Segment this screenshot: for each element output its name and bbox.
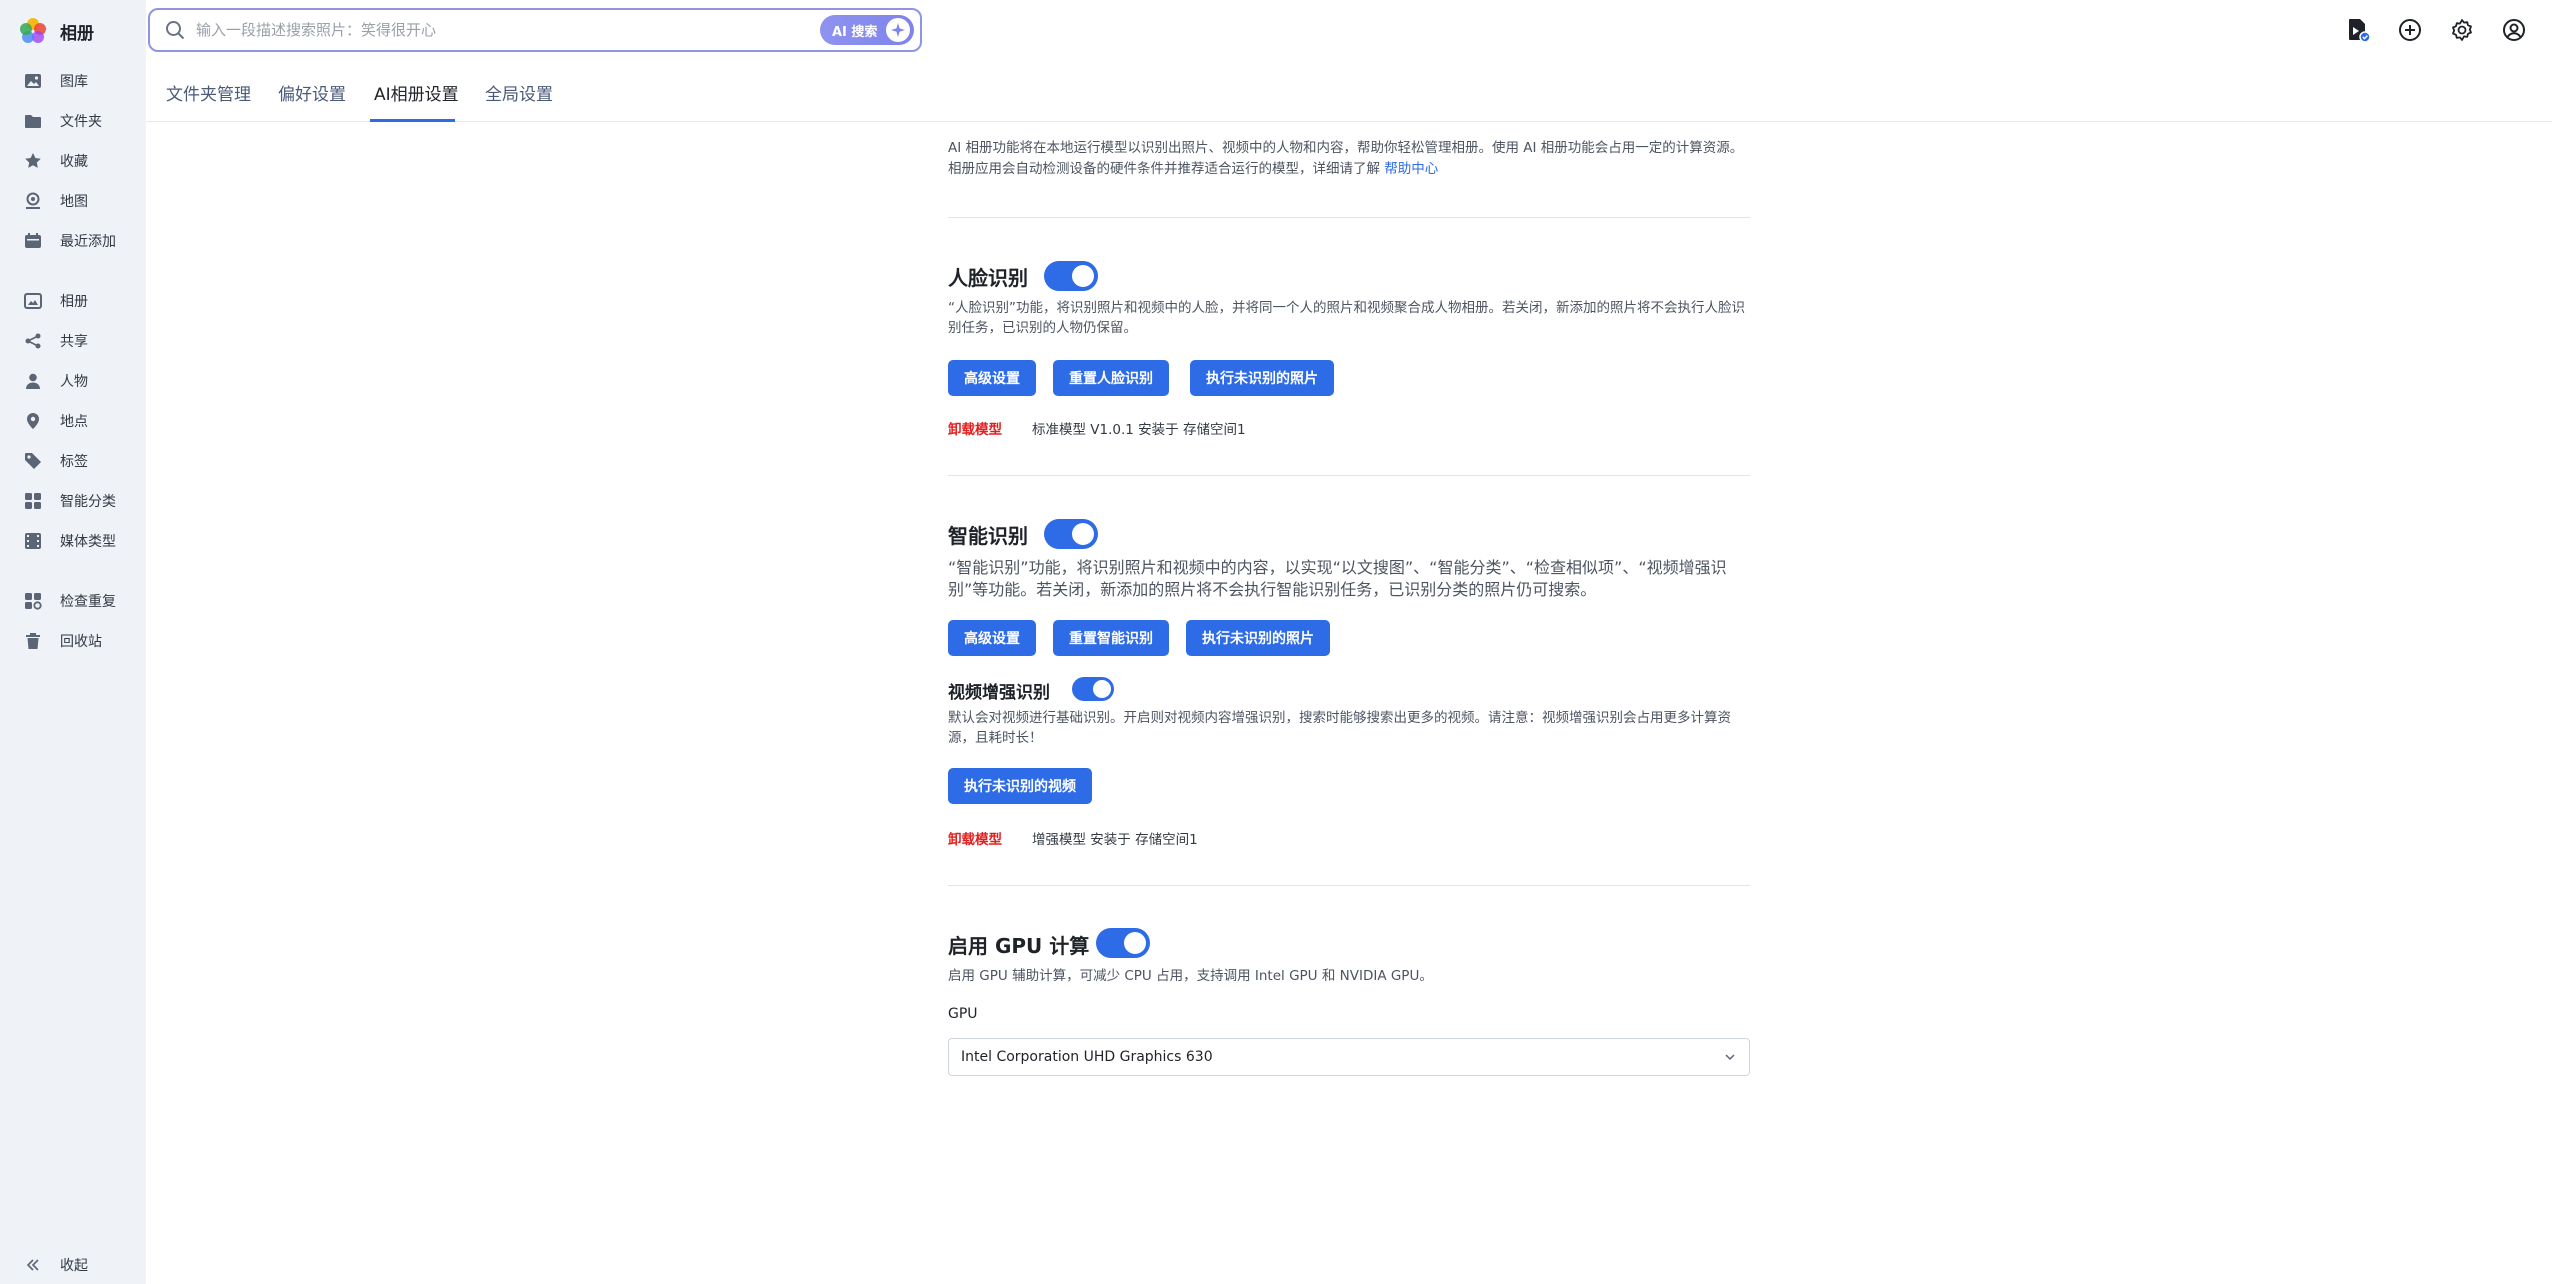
plus-circle-icon (2399, 19, 2421, 41)
user-circle-icon (2503, 19, 2525, 41)
sidebar-item-people[interactable]: 人物 (22, 366, 88, 396)
location-icon (22, 410, 44, 432)
tab-folder-management[interactable]: 文件夹管理 (166, 80, 251, 105)
star-icon (22, 150, 44, 172)
reset-face-recognition-button[interactable]: 重置人脸识别 (1053, 360, 1169, 396)
sidebar-item-smart-category[interactable]: 智能分类 (22, 486, 116, 516)
help-center-link[interactable]: 帮助中心 (1384, 161, 1438, 177)
smart-advanced-settings-button[interactable]: 高级设置 (948, 620, 1036, 656)
image-icon (22, 70, 44, 92)
gpu-title: 启用 GPU 计算 (948, 934, 1090, 958)
sidebar-collapse-button[interactable]: 收起 (22, 1250, 88, 1280)
intro-text: AI 相册功能将在本地运行模型以识别出照片、视频中的人物和内容，帮助你轻松管理相… (948, 140, 1744, 177)
search-bar: AI 搜索 (148, 8, 922, 52)
video-enhance-toggle[interactable] (1072, 677, 1114, 701)
face-model-info: 标准模型 V1.0.1 安装于 存储空间1 (1032, 422, 1246, 438)
video-enhance-title: 视频增强识别 (948, 683, 1050, 703)
app-brand: 相册 (18, 14, 94, 48)
video-enhance-desc: 默认会对视频进行基础识别。开启则对视频内容增强识别，搜索时能够搜索出更多的视频。… (948, 710, 1731, 746)
duplicate-icon (22, 590, 44, 612)
sidebar-item-trash[interactable]: 回收站 (22, 626, 102, 656)
divider (948, 217, 1750, 218)
face-recognition-desc: “人脸识别”功能，将识别照片和视频中的人脸，并将同一个人的照片和视频聚合成人物相… (948, 300, 1745, 336)
face-model-row: 卸载模型 标准模型 V1.0.1 安装于 存储空间1 (948, 418, 1246, 438)
smart-run-unrecognized-photos-button[interactable]: 执行未识别的照片 (1186, 620, 1330, 656)
search-input[interactable] (196, 21, 796, 39)
gpu-select[interactable]: Intel Corporation UHD Graphics 630 (948, 1038, 1750, 1076)
run-unrecognized-videos-button[interactable]: 执行未识别的视频 (948, 768, 1092, 804)
media-type-icon (22, 530, 44, 552)
app-logo-icon (20, 18, 46, 43)
sidebar-item-recent[interactable]: 最近添加 (22, 226, 116, 256)
double-chevron-left-icon (22, 1254, 44, 1276)
divider (948, 475, 1750, 476)
add-button[interactable] (2396, 16, 2424, 44)
face-recognition-toggle[interactable] (1044, 261, 1098, 291)
sidebar-item-albums[interactable]: 相册 (22, 286, 88, 316)
smart-recognition-desc: “智能识别”功能，将识别照片和视频中的内容，以实现“以文搜图”、“智能分类”、“… (948, 558, 1727, 599)
calendar-icon (22, 230, 44, 252)
file-status-icon (2349, 19, 2371, 43)
face-uninstall-model-link[interactable]: 卸载模型 (948, 418, 1002, 438)
smart-recognition-title: 智能识别 (948, 524, 1028, 548)
sidebar: 相册 图库 文件夹 收藏 地图 最近添加 相册 共享 人物 地点 标签 智能分类… (0, 0, 146, 1284)
active-tab-indicator (370, 119, 455, 122)
settings-button[interactable] (2448, 16, 2476, 44)
chevron-down-icon (1725, 1054, 1735, 1061)
sidebar-item-gallery[interactable]: 图库 (22, 66, 88, 96)
gpu-select-value: Intel Corporation UHD Graphics 630 (961, 1049, 1213, 1065)
search-icon (166, 21, 185, 40)
tab-ai-album-settings[interactable]: AI相册设置 (374, 80, 459, 105)
album-icon (22, 290, 44, 312)
gpu-toggle[interactable] (1096, 928, 1150, 958)
person-icon (22, 370, 44, 392)
sidebar-item-map[interactable]: 地图 (22, 186, 88, 216)
ai-search-button[interactable]: AI 搜索 (820, 15, 914, 45)
smart-uninstall-model-link[interactable]: 卸载模型 (948, 828, 1002, 848)
gpu-desc: 启用 GPU 辅助计算，可减少 CPU 占用，支持调用 Intel GPU 和 … (948, 968, 1433, 984)
divider (948, 885, 1750, 886)
smart-recognition-toggle[interactable] (1044, 519, 1098, 549)
sidebar-item-media-type[interactable]: 媒体类型 (22, 526, 116, 556)
smart-model-info: 增强模型 安装于 存储空间1 (1032, 832, 1198, 848)
settings-tabs: 文件夹管理 偏好设置 AI相册设置 全局设置 (146, 62, 2552, 122)
sidebar-item-places[interactable]: 地点 (22, 406, 88, 436)
reset-smart-recognition-button[interactable]: 重置智能识别 (1053, 620, 1169, 656)
file-status-button[interactable] (2344, 16, 2372, 44)
face-advanced-settings-button[interactable]: 高级设置 (948, 360, 1036, 396)
tab-global-settings[interactable]: 全局设置 (485, 80, 553, 105)
map-icon (22, 190, 44, 212)
sparkle-icon (886, 18, 910, 42)
sidebar-item-folders[interactable]: 文件夹 (22, 106, 102, 136)
app-title: 相册 (60, 23, 94, 44)
trash-icon (22, 630, 44, 652)
sidebar-item-duplicates[interactable]: 检查重复 (22, 586, 116, 616)
face-run-unrecognized-photos-button[interactable]: 执行未识别的照片 (1190, 360, 1334, 396)
face-recognition-title: 人脸识别 (948, 266, 1028, 290)
sidebar-item-shared[interactable]: 共享 (22, 326, 88, 356)
grid-icon (22, 490, 44, 512)
gear-icon (2452, 19, 2472, 41)
tag-icon (22, 450, 44, 472)
folder-icon (22, 110, 44, 132)
account-button[interactable] (2500, 16, 2528, 44)
gpu-field-label: GPU (948, 1006, 978, 1022)
sidebar-item-tags[interactable]: 标签 (22, 446, 88, 476)
smart-model-row: 卸载模型 增强模型 安装于 存储空间1 (948, 828, 1198, 848)
tab-preferences[interactable]: 偏好设置 (278, 80, 346, 105)
share-icon (22, 330, 44, 352)
sidebar-item-favorites[interactable]: 收藏 (22, 146, 88, 176)
